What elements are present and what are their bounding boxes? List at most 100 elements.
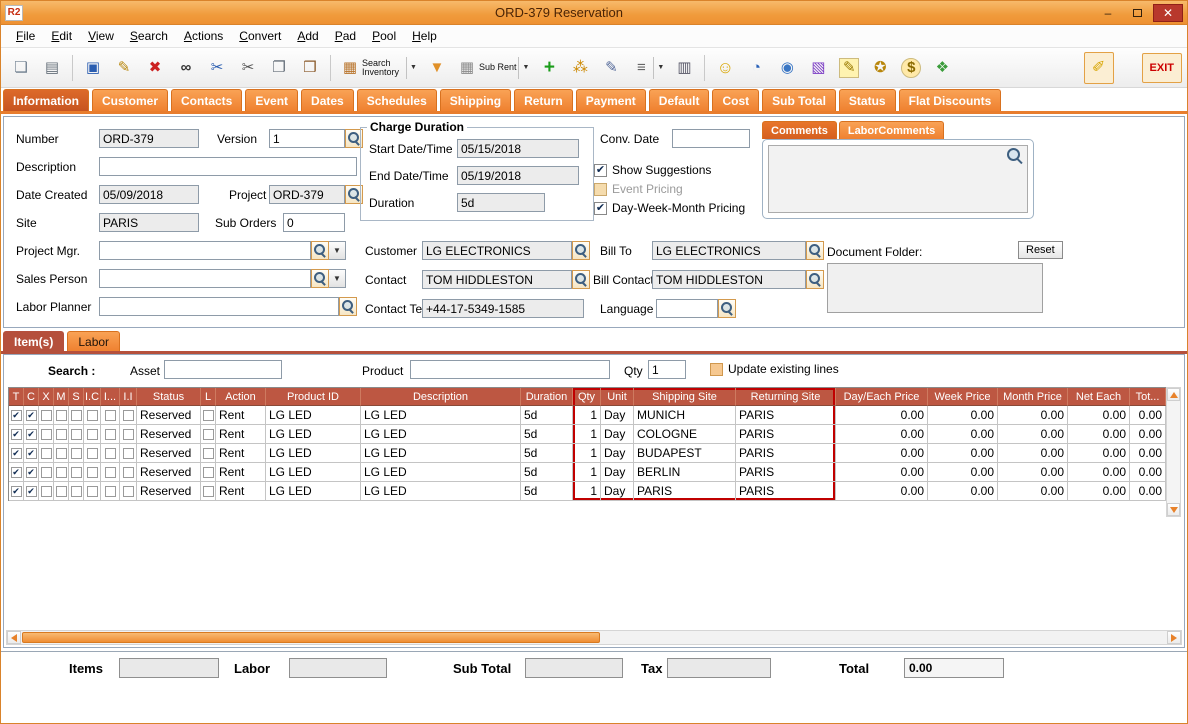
customer-lookup-icon[interactable] [572, 241, 590, 260]
tab-labor[interactable]: Labor [67, 331, 121, 351]
ii-checkbox[interactable] [122, 466, 134, 478]
col-status[interactable]: Status [137, 388, 201, 406]
reports-button[interactable]: ▧ [803, 52, 833, 84]
s-checkbox[interactable] [70, 485, 82, 497]
tab-status[interactable]: Status [838, 89, 896, 111]
cell-m[interactable] [54, 482, 69, 501]
i1-checkbox[interactable] [104, 447, 116, 459]
sales-person-lookup-icon[interactable] [311, 269, 329, 288]
search-inventory-button[interactable]: ▦ Search Inventory ▼ [336, 52, 421, 84]
cell-net_each[interactable]: 0.00 [1068, 425, 1130, 444]
scroll-right-icon[interactable] [1167, 631, 1181, 644]
sub-orders-field[interactable] [283, 213, 345, 232]
l-checkbox[interactable] [202, 409, 214, 421]
cell-status[interactable]: Reserved [137, 482, 201, 501]
ii-checkbox[interactable] [122, 447, 134, 459]
modules-button[interactable]: ❖ [927, 52, 957, 84]
cell-s[interactable] [69, 444, 84, 463]
cell-tot[interactable]: 0.00 [1130, 425, 1166, 444]
tab-event[interactable]: Event [245, 89, 299, 111]
m-checkbox[interactable] [55, 409, 67, 421]
cut-special-button[interactable]: ✂ [202, 52, 232, 84]
t-checkbox[interactable] [10, 485, 22, 497]
cell-shipping_site[interactable]: BUDAPEST [634, 444, 736, 463]
cell-unit[interactable]: Day [601, 425, 634, 444]
col-x[interactable]: X [39, 388, 54, 406]
col-product_id[interactable]: Product ID [266, 388, 361, 406]
tab-sub-total[interactable]: Sub Total [762, 89, 836, 111]
paste-button[interactable]: ❒ [295, 52, 325, 84]
copy-button[interactable]: ❐ [264, 52, 294, 84]
scroll-down-icon[interactable] [1167, 503, 1180, 516]
history-clock-button[interactable]: ◔ [741, 52, 771, 84]
cell-description[interactable]: LG LED [361, 482, 521, 501]
edit-note-button[interactable]: ✎ [596, 52, 626, 84]
project-mgr-dropdown-icon[interactable]: ▼ [329, 241, 346, 260]
tab-information[interactable]: Information [3, 89, 89, 111]
cell-day_each_price[interactable]: 0.00 [836, 425, 928, 444]
l-checkbox[interactable] [202, 485, 214, 497]
language-field[interactable] [656, 299, 718, 318]
cell-t[interactable] [9, 406, 24, 425]
reset-button[interactable]: Reset [1018, 241, 1063, 259]
cell-tot[interactable]: 0.00 [1130, 444, 1166, 463]
cell-i1[interactable] [101, 425, 120, 444]
cell-ic[interactable] [84, 406, 101, 425]
cell-c[interactable] [24, 463, 39, 482]
cell-description[interactable]: LG LED [361, 444, 521, 463]
i1-checkbox[interactable] [104, 466, 116, 478]
tab-schedules[interactable]: Schedules [356, 89, 437, 111]
col-t[interactable]: T [9, 388, 24, 406]
site-field[interactable] [99, 213, 199, 232]
edit-button[interactable]: ✎ [109, 52, 139, 84]
description-field[interactable] [99, 157, 357, 176]
menu-pad[interactable]: Pad [328, 27, 363, 45]
cell-ic[interactable] [84, 444, 101, 463]
menu-actions[interactable]: Actions [177, 27, 230, 45]
cell-month_price[interactable]: 0.00 [998, 463, 1068, 482]
cell-duration[interactable]: 5d [521, 425, 573, 444]
l-checkbox[interactable] [202, 447, 214, 459]
x-checkbox[interactable] [40, 485, 52, 497]
ic-checkbox[interactable] [86, 447, 98, 459]
show-suggestions-checkbox[interactable] [594, 163, 607, 177]
product-input[interactable] [410, 360, 610, 379]
sub-rent-dropdown-icon[interactable]: ▼ [518, 56, 529, 79]
maximize-button[interactable] [1124, 4, 1150, 22]
ii-checkbox[interactable] [122, 409, 134, 421]
s-checkbox[interactable] [70, 447, 82, 459]
cell-unit[interactable]: Day [601, 406, 634, 425]
menu-file[interactable]: File [9, 27, 42, 45]
cell-returning_site[interactable]: PARIS [736, 425, 836, 444]
cell-action[interactable]: Rent [216, 482, 266, 501]
bill-to-field[interactable] [652, 241, 806, 260]
table-row[interactable]: ReservedRentLG LEDLG LED5d1DayBUDAPESTPA… [9, 444, 1166, 463]
tab-default[interactable]: Default [648, 89, 710, 111]
t-checkbox[interactable] [10, 466, 22, 478]
cell-ii[interactable] [120, 482, 137, 501]
col-l[interactable]: L [201, 388, 216, 406]
cell-returning_site[interactable]: PARIS [736, 463, 836, 482]
m-checkbox[interactable] [55, 447, 67, 459]
conv-date-field[interactable] [672, 129, 750, 148]
cell-product_id[interactable]: LG LED [266, 406, 361, 425]
cell-ii[interactable] [120, 463, 137, 482]
col-returning_site[interactable]: Returning Site [736, 388, 836, 406]
sub-rent-button[interactable]: ▦ Sub Rent ▼ [453, 52, 533, 84]
cell-tot[interactable]: 0.00 [1130, 463, 1166, 482]
col-month_price[interactable]: Month Price [998, 388, 1068, 406]
cell-action[interactable]: Rent [216, 406, 266, 425]
tab-return[interactable]: Return [514, 89, 573, 111]
col-ii[interactable]: I.I [120, 388, 137, 406]
cell-week_price[interactable]: 0.00 [928, 406, 998, 425]
cell-day_each_price[interactable]: 0.00 [836, 406, 928, 425]
cell-tot[interactable]: 0.00 [1130, 406, 1166, 425]
col-unit[interactable]: Unit [601, 388, 634, 406]
cell-ii[interactable] [120, 406, 137, 425]
cell-shipping_site[interactable]: COLOGNE [634, 425, 736, 444]
cell-description[interactable]: LG LED [361, 425, 521, 444]
cell-action[interactable]: Rent [216, 444, 266, 463]
tab-dates[interactable]: Dates [301, 89, 354, 111]
l-checkbox[interactable] [202, 428, 214, 440]
cell-net_each[interactable]: 0.00 [1068, 482, 1130, 501]
